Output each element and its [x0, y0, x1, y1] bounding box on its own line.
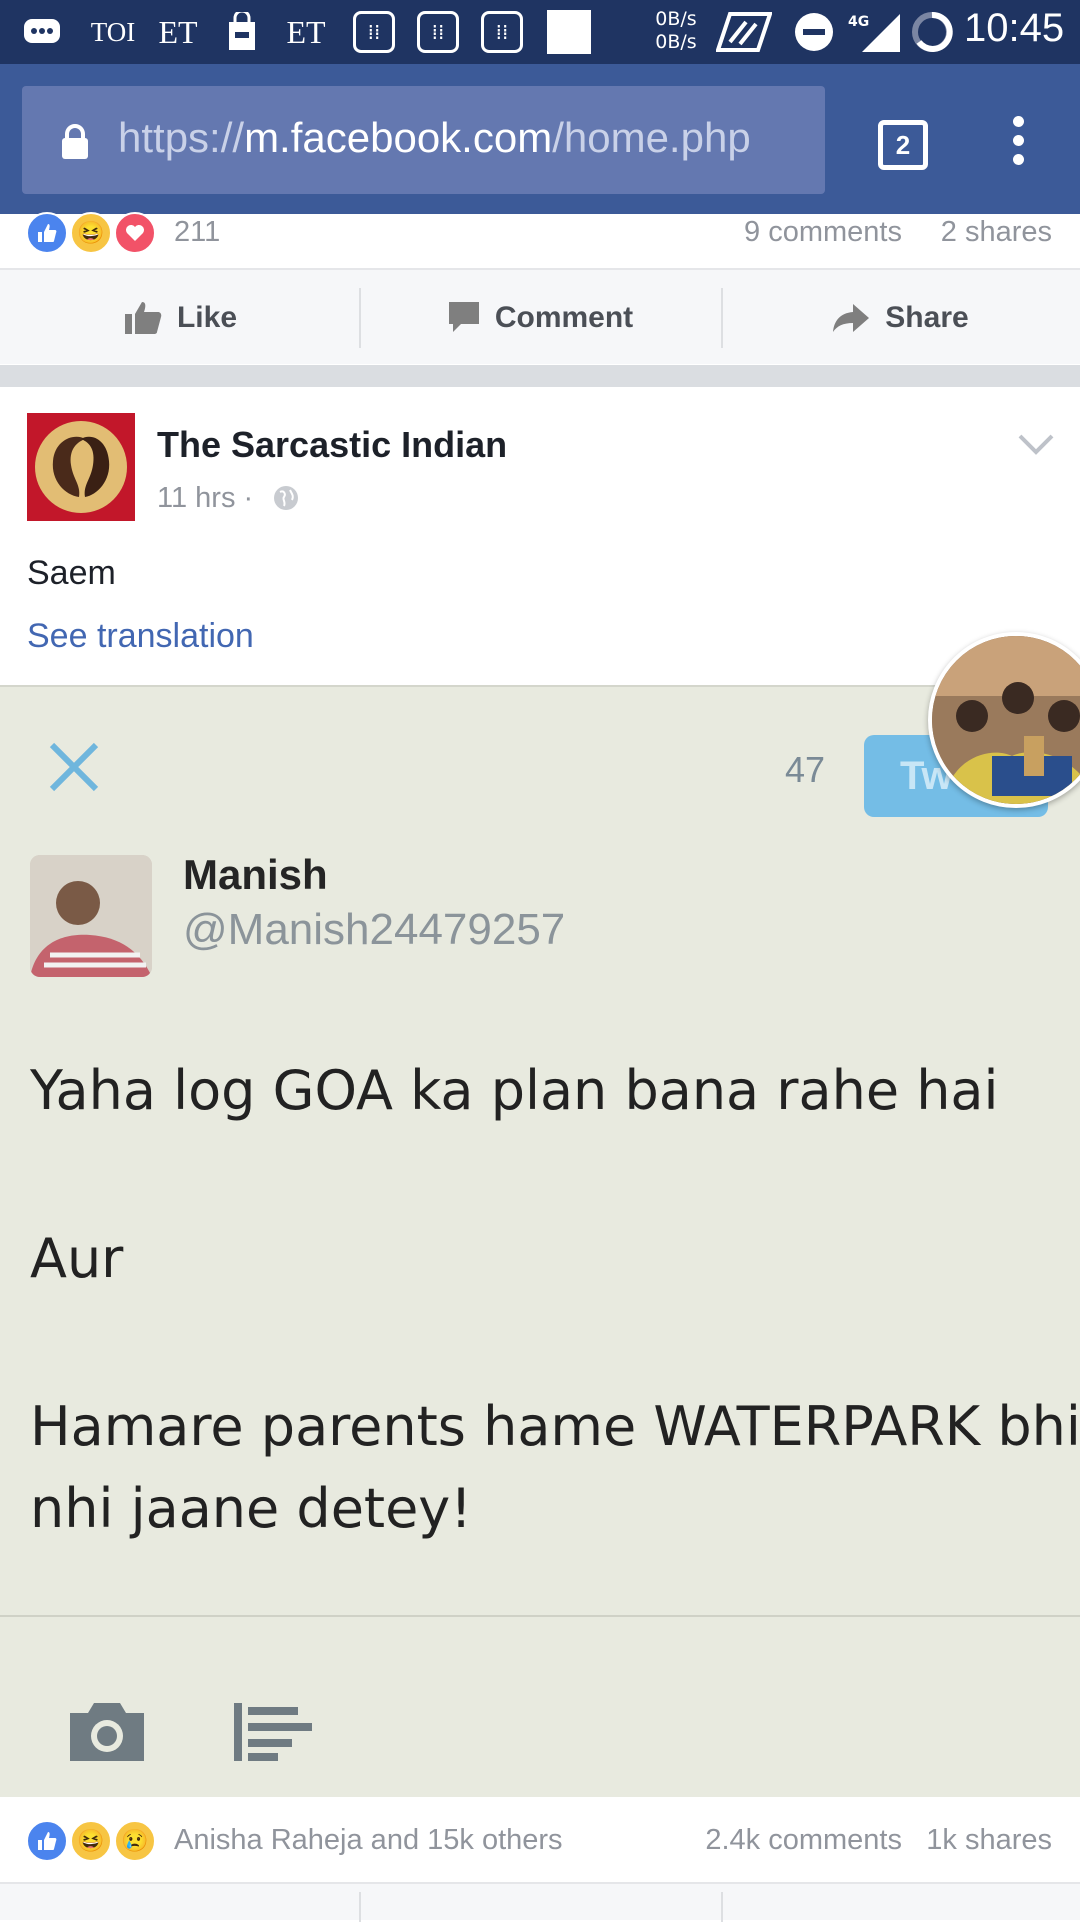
reaction-icons: 😆 😢 [26, 1820, 166, 1864]
page-name[interactable]: The Sarcastic Indian [157, 424, 507, 466]
share-count[interactable]: 1k shares [926, 1824, 1052, 1857]
post-text: Saem [27, 554, 116, 592]
svg-text:4G: 4G [848, 14, 869, 30]
nfc-icon [716, 8, 772, 56]
globe-icon [274, 486, 298, 510]
do-not-disturb-icon [792, 8, 836, 56]
comment-count[interactable]: 2.4k comments [705, 1824, 902, 1857]
shopping-bag-icon [222, 8, 262, 56]
status-bar: TOI ET ET ⁞⁞ ⁞⁞ ⁞⁞ 0B/s 0B/s 4G 10:45 [0, 0, 1080, 64]
see-translation-link[interactable]: See translation [27, 617, 254, 656]
battery-icon [910, 8, 954, 56]
et-notification-icon: ET [286, 13, 326, 50]
reactions-summary[interactable]: 😆 😢 Anisha Raheja and 15k others 2.4k co… [0, 1814, 1080, 1870]
like-button[interactable]: Like [0, 270, 360, 366]
browser-toolbar: https://m.facebook.com/home.php 2 [0, 64, 1080, 214]
page-avatar[interactable] [27, 413, 135, 521]
haha-reaction-icon: 😆 [70, 1820, 112, 1862]
divider [359, 1892, 361, 1922]
image-icon [546, 8, 592, 56]
like-reaction-icon [26, 212, 68, 254]
divider [0, 1615, 1080, 1617]
reaction-count: 211 [174, 216, 221, 248]
et-notification-icon: ET [158, 13, 198, 50]
share-button[interactable]: Share [720, 270, 1080, 366]
calculator-icon: ⁞⁞ [478, 8, 526, 56]
tweet-text-line: Hamare parents hame WATERPARK bhi [30, 1395, 1080, 1458]
tab-switcher-button[interactable]: 2 [878, 120, 928, 170]
clock: 10:45 [964, 6, 1065, 50]
tweet-text-line: Aur [30, 1227, 124, 1290]
toi-notification-icon: TOI [90, 16, 136, 47]
share-count[interactable]: 2 shares [941, 216, 1052, 249]
post-action-bar [0, 1882, 1080, 1922]
tweet-text-line: nhi jaane detey! [30, 1477, 472, 1540]
haha-reaction-icon: 😆 [70, 212, 112, 254]
post-timestamp[interactable]: 11 hrs · [157, 482, 253, 515]
camera-icon [70, 1703, 144, 1761]
tweet-author-handle: @Manish24479257 [183, 905, 566, 954]
lock-icon [62, 124, 88, 159]
sad-reaction-icon: 😢 [114, 1820, 156, 1862]
reaction-icons: 😆 [26, 212, 166, 256]
reactions-summary[interactable]: 😆 211 9 comments 2 shares [0, 206, 1080, 262]
character-count: 47 [785, 749, 826, 790]
avatar [30, 855, 152, 977]
overflow-menu-icon[interactable] [1006, 116, 1030, 170]
message-icon [22, 8, 62, 56]
url-text: https://m.facebook.com/home.php [118, 114, 751, 161]
comment-count[interactable]: 9 comments [744, 216, 902, 249]
chevron-down-icon[interactable] [1016, 432, 1056, 458]
calculator-icon: ⁞⁞ [350, 8, 398, 56]
reaction-summary-text: Anisha Raheja and 15k others [174, 1824, 563, 1856]
list-icon [234, 1703, 312, 1761]
feed-separator [0, 365, 1080, 387]
address-bar[interactable]: https://m.facebook.com/home.php [22, 86, 825, 194]
calculator-icon: ⁞⁞ [414, 8, 462, 56]
share-icon [833, 304, 870, 332]
post-image[interactable]: 47 Tw Manish @Manish24479257 Yaha log GO… [0, 685, 1080, 1797]
comment-icon [448, 302, 479, 332]
like-reaction-icon [26, 1820, 68, 1862]
comment-button[interactable]: Comment [360, 270, 720, 366]
divider [721, 1892, 723, 1922]
network-speed: 0B/s 0B/s [655, 8, 697, 53]
close-icon [49, 742, 99, 792]
love-reaction-icon [114, 212, 156, 254]
signal-icon: 4G [848, 8, 904, 56]
like-icon [124, 302, 162, 334]
post-action-bar: Like Comment Share [0, 268, 1080, 364]
tweet-text-line: Yaha log GOA ka plan bana rahe hai [30, 1059, 999, 1122]
tweet-author-name: Manish [183, 851, 328, 898]
